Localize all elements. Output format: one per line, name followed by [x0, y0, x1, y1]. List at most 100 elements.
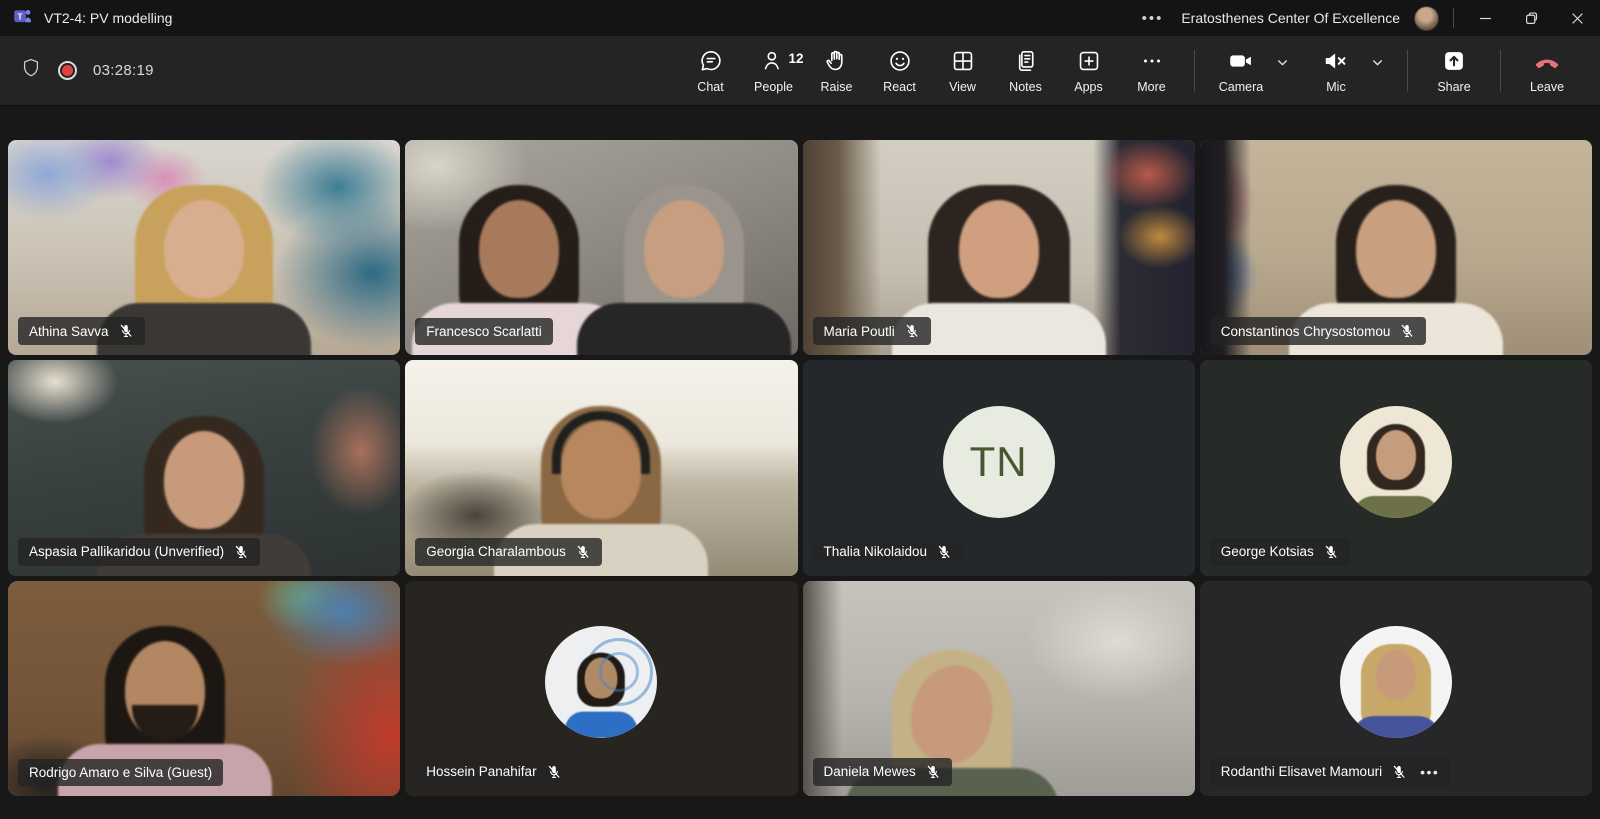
- participant-name: Thalia Nikolaidou: [824, 544, 928, 559]
- participant-nameplate: Maria Poutli: [813, 317, 931, 345]
- photo-avatar: [545, 626, 657, 738]
- person-silhouette: [1340, 416, 1452, 518]
- participant-nameplate: Constantinos Chrysostomou: [1210, 317, 1427, 345]
- view-icon: [950, 48, 976, 75]
- participant-nameplate: Daniela Mewes: [813, 758, 952, 786]
- org-account-name[interactable]: Eratosthenes Center Of Excellence: [1181, 10, 1400, 26]
- close-icon[interactable]: [1554, 0, 1600, 36]
- participant-name: Hossein Panahifar: [426, 764, 536, 779]
- participant-nameplate: Francesco Scarlatti: [415, 318, 553, 345]
- mic-button[interactable]: Mic: [1307, 44, 1390, 98]
- meeting-title: VT2-4: PV modelling: [44, 10, 172, 26]
- camera-button[interactable]: Camera: [1212, 44, 1295, 98]
- react-icon: [887, 48, 913, 75]
- people-icon: 12: [761, 48, 787, 75]
- svg-text:T: T: [18, 12, 23, 22]
- participant-tile[interactable]: Georgia Charalambous: [405, 360, 797, 575]
- user-avatar[interactable]: [1414, 6, 1439, 31]
- mic-muted-icon: [925, 764, 941, 780]
- person-silhouette: [555, 646, 647, 738]
- participant-tile[interactable]: Maria Poutli: [803, 140, 1195, 355]
- participant-nameplate: Thalia Nikolaidou: [813, 538, 964, 566]
- chevron-down-icon[interactable]: [1270, 56, 1295, 74]
- raise-button[interactable]: Raise: [805, 44, 868, 98]
- participant-nameplate: Georgia Charalambous: [415, 538, 602, 566]
- participant-tile[interactable]: Constantinos Chrysostomou: [1200, 140, 1592, 355]
- people-button[interactable]: 12People: [742, 44, 805, 98]
- participant-tile[interactable]: Francesco Scarlatti: [405, 140, 797, 355]
- mic-muted-icon: [233, 544, 249, 560]
- leave-call-icon: [1532, 48, 1562, 75]
- titlebar-divider: [1453, 8, 1454, 28]
- photo-avatar: [1340, 406, 1452, 518]
- meeting-timer: 03:28:19: [93, 62, 154, 79]
- teams-icon: T: [12, 6, 33, 30]
- participant-tile[interactable]: Rodanthi Elisavet Mamouri •••: [1200, 581, 1592, 796]
- participant-tile[interactable]: Athina Savva: [8, 140, 400, 355]
- participant-nameplate: Rodrigo Amaro e Silva (Guest): [18, 759, 223, 786]
- people-count-badge: 12: [789, 51, 804, 66]
- participant-tile[interactable]: Aspasia Pallikaridou (Unverified): [8, 360, 400, 575]
- leave-button[interactable]: Leave: [1518, 44, 1576, 98]
- mic-muted-speaker-icon: [1322, 48, 1350, 75]
- restore-icon[interactable]: [1508, 0, 1554, 36]
- meeting-toolbar: 03:28:19 Chat12PeopleRaiseReactViewNotes…: [0, 36, 1600, 106]
- toolbar-divider: [1407, 50, 1408, 92]
- participant-name: Athina Savva: [29, 324, 109, 339]
- mic-muted-icon: [118, 323, 134, 339]
- apps-button[interactable]: Apps: [1057, 44, 1120, 98]
- chevron-down-icon[interactable]: [1365, 56, 1390, 74]
- toolbar-divider: [1194, 50, 1195, 92]
- chat-button[interactable]: Chat: [679, 44, 742, 98]
- meeting-stage: Athina Savva Francesco Scarlatti Maria P…: [0, 106, 1600, 819]
- participant-nameplate: George Kotsias: [1210, 538, 1350, 566]
- toolbar-actions: Chat12PeopleRaiseReactViewNotesAppsMore C…: [679, 44, 1582, 98]
- participant-tile[interactable]: TN Thalia Nikolaidou: [803, 360, 1195, 575]
- photo-avatar: [1340, 626, 1452, 738]
- view-button[interactable]: View: [931, 44, 994, 98]
- apps-icon: [1076, 48, 1102, 75]
- mic-muted-icon: [575, 544, 591, 560]
- participant-name: Georgia Charalambous: [426, 544, 566, 559]
- mic-muted-icon: [546, 764, 562, 780]
- share-icon: [1441, 48, 1467, 75]
- more-button[interactable]: More: [1120, 44, 1183, 98]
- chat-icon: [698, 48, 724, 75]
- participant-name: Aspasia Pallikaridou (Unverified): [29, 544, 224, 559]
- mic-muted-icon: [904, 323, 920, 339]
- mic-muted-icon: [1399, 323, 1415, 339]
- participant-tile[interactable]: Daniela Mewes: [803, 581, 1195, 796]
- security-shield-icon[interactable]: [20, 57, 42, 84]
- participant-tile[interactable]: Rodrigo Amaro e Silva (Guest): [8, 581, 400, 796]
- participant-name: George Kotsias: [1221, 544, 1314, 559]
- recording-indicator: [58, 61, 77, 80]
- participant-nameplate: Athina Savva: [18, 317, 145, 345]
- minimize-icon[interactable]: [1462, 0, 1508, 36]
- tile-more-options-icon[interactable]: •••: [1420, 764, 1439, 780]
- video-grid: Athina Savva Francesco Scarlatti Maria P…: [8, 140, 1592, 796]
- mic-muted-icon: [1323, 544, 1339, 560]
- toolbar-divider: [1500, 50, 1501, 92]
- participant-nameplate: Aspasia Pallikaridou (Unverified): [18, 538, 260, 566]
- mic-muted-icon: [936, 544, 952, 560]
- initials-avatar: TN: [943, 406, 1055, 518]
- person-silhouette: [569, 185, 798, 355]
- participant-name: Maria Poutli: [824, 324, 895, 339]
- react-button[interactable]: React: [868, 44, 931, 98]
- titlebar-more-icon[interactable]: •••: [1124, 10, 1182, 27]
- window-titlebar: T VT2-4: PV modelling ••• Eratosthenes C…: [0, 0, 1600, 36]
- participant-tile[interactable]: Hossein Panahifar: [405, 581, 797, 796]
- participant-tile[interactable]: George Kotsias: [1200, 360, 1592, 575]
- participant-name: Constantinos Chrysostomou: [1221, 324, 1391, 339]
- participant-nameplate: Hossein Panahifar: [415, 758, 572, 786]
- share-button[interactable]: Share: [1425, 44, 1483, 98]
- participant-name: Rodrigo Amaro e Silva (Guest): [29, 765, 212, 780]
- raise-hand-icon: [824, 48, 850, 75]
- more-icon: [1139, 48, 1165, 75]
- notes-icon: [1013, 48, 1039, 75]
- mic-muted-icon: [1391, 764, 1407, 780]
- participant-name: Francesco Scarlatti: [426, 324, 542, 339]
- person-silhouette: [1340, 636, 1452, 738]
- notes-button[interactable]: Notes: [994, 44, 1057, 98]
- participant-name: Daniela Mewes: [824, 764, 916, 779]
